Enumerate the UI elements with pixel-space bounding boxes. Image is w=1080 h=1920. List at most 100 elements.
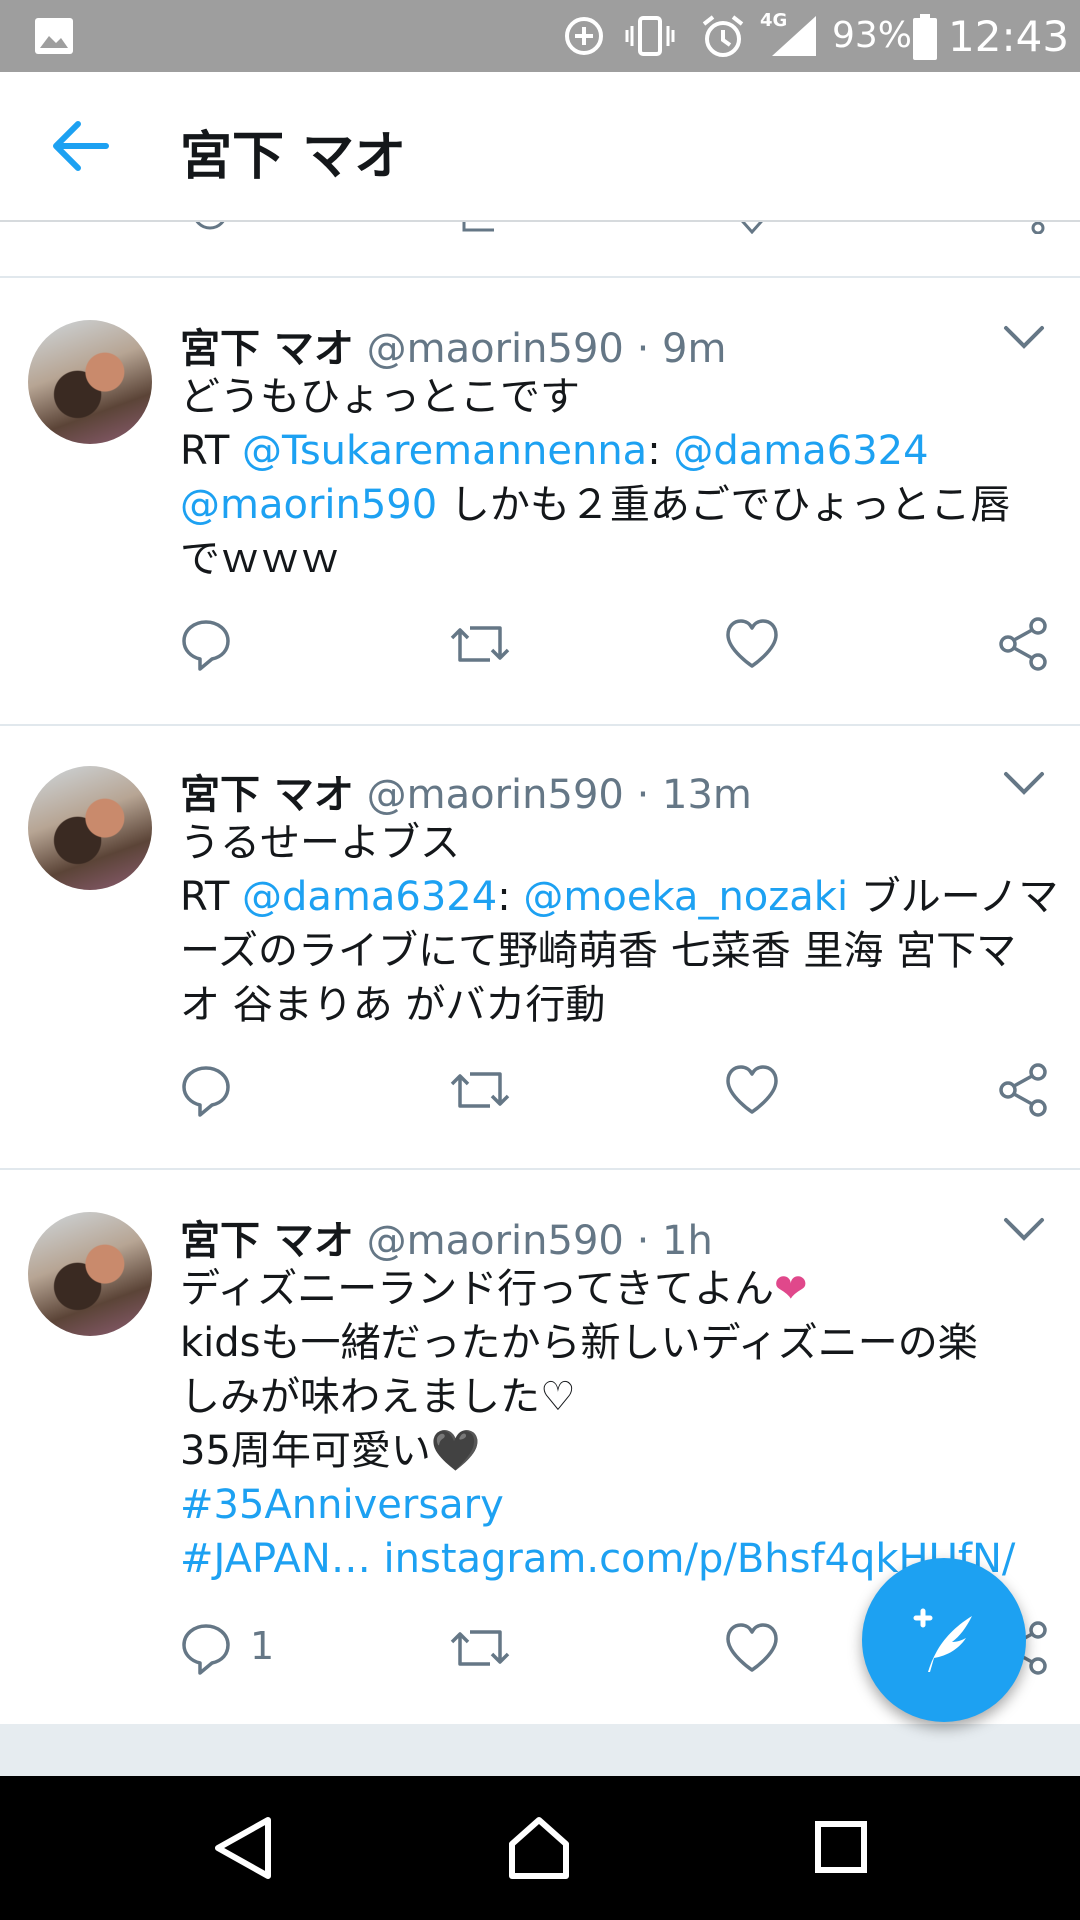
heart-icon[interactable] (732, 220, 772, 234)
app-bar: 宮下 マオ (0, 72, 1080, 222)
separator-dot: · (636, 1218, 650, 1264)
tweet-text-segment: RT (180, 874, 243, 920)
vibrate-icon (625, 16, 675, 56)
tweet-text-line: ーズのライブにて野崎萌香 七菜香 里海 宮下マ (180, 924, 1040, 978)
heart-icon[interactable] (724, 616, 780, 672)
tweet-text-line: どうもひょっとこです (180, 370, 1040, 424)
tweet-text-segment: オ 谷まりあ がバカ行動 (180, 982, 606, 1028)
tweet-link[interactable]: @dama6324 (673, 428, 928, 474)
partial-tweet-actions (0, 220, 1080, 278)
tweet-text: うるせーよブス RT @dama6324: @moeka_nozaki ブルーノマ… (180, 816, 1058, 1032)
tweet-text-segment: 35周年可愛い (180, 1428, 431, 1474)
tweet-header: 宮下 マオ @maorin590 · 13m (180, 762, 752, 820)
chevron-down-icon[interactable] (1002, 1214, 1046, 1244)
tweet-actions (180, 1062, 1060, 1122)
avatar[interactable] (28, 1212, 152, 1336)
status-bar: 4G 93% 12:43 (0, 0, 1080, 72)
tweet-link[interactable]: @dama6324 (242, 874, 497, 920)
tweet[interactable]: 宮下 マオ @maorin590 · 9m どうもひょっとこです RT @Tsuk… (0, 278, 1080, 726)
tweet-header: 宮下 マオ @maorin590 · 9m (180, 316, 726, 374)
tweet-link[interactable]: @Tsukaremannenna (242, 428, 647, 474)
tweet-text-line: しみが味わえました♡ (180, 1370, 1040, 1424)
timestamp: 1h (662, 1218, 713, 1264)
timestamp: 9m (662, 326, 727, 372)
reply-icon[interactable] (180, 616, 232, 672)
tweet-text-line: うるせーよブス (180, 816, 1040, 870)
tweet-text-segment: : (647, 428, 674, 474)
tweet-text-segment: ーズのライブにて野崎萌香 七菜香 里海 宮下マ (180, 928, 1017, 974)
tweet[interactable]: 宮下 マオ @maorin590 · 13m うるせーよブス RT @dama63… (0, 726, 1080, 1170)
tweet-text: どうもひょっとこです RT @Tsukaremannenna: @dama6324… (180, 370, 1040, 586)
tweet-link[interactable]: #35Anniversary (180, 1482, 504, 1528)
user-handle[interactable]: @maorin590 (367, 326, 624, 372)
compose-quill-icon (913, 1608, 972, 1672)
tweet-text-segment: しかも２重あごでひょっとこ唇 (437, 482, 1011, 528)
tweet-text-line: でｗｗｗ (180, 532, 1040, 586)
battery-percent: 93% (832, 15, 913, 56)
display-name[interactable]: 宮下 マオ (180, 326, 354, 372)
tweet-text-segment: ブルーノマ (848, 874, 1059, 920)
reply-icon[interactable] (180, 1062, 232, 1118)
tweet-text-segment: しみが味わえました♡ (180, 1374, 576, 1420)
tweet-text-line: kidsも一緒だったから新しいディズニーの楽 (180, 1316, 1040, 1370)
tweet-text: ディズニーランド行ってきてよん❤ kidsも一緒だったから新しいディズニーの楽 しみ… (180, 1262, 1040, 1602)
share-icon[interactable] (998, 1062, 1050, 1118)
compose-tweet-button[interactable] (862, 1558, 1026, 1722)
tweet-actions (180, 616, 1060, 676)
data-saver-icon (565, 17, 603, 55)
back-triangle-icon[interactable] (212, 1814, 274, 1882)
tweet-text-segment: 🖤 (430, 1428, 481, 1474)
tweet-header: 宮下 マオ @maorin590 · 1h (180, 1208, 713, 1266)
tweet-text-line: RT @dama6324: @moeka_nozaki ブルーノマ (180, 870, 1058, 924)
tweet-link[interactable]: @maorin590 (180, 482, 437, 528)
system-nav-bar (0, 1776, 1080, 1920)
tweet-text-segment: どうもひょっとこです (180, 374, 580, 420)
tweet-text-line: オ 谷まりあ がバカ行動 (180, 978, 1040, 1032)
share-icon[interactable] (1008, 220, 1048, 234)
separator-dot: · (636, 772, 650, 818)
timeline[interactable]: 宮下 マオ @maorin590 · 9m どうもひょっとこです RT @Tsuk… (0, 220, 1080, 1776)
battery-icon (913, 14, 937, 60)
retweet-icon[interactable] (448, 616, 512, 672)
retweet-icon[interactable] (448, 1620, 512, 1676)
chevron-down-icon[interactable] (1002, 322, 1046, 352)
avatar[interactable] (28, 766, 152, 890)
arrow-left-icon[interactable] (48, 120, 110, 172)
tweet-text-line: @maorin590 しかも２重あごでひょっとこ唇 (180, 478, 1040, 532)
tweet-link[interactable]: @moeka_nozaki (523, 874, 848, 920)
tweet-text-segment: でｗｗｗ (180, 536, 340, 582)
home-icon[interactable] (506, 1814, 572, 1882)
display-name[interactable]: 宮下 マオ (180, 1218, 354, 1264)
tweet-text-segment: : (497, 874, 524, 920)
clock: 12:43 (948, 12, 1070, 61)
alarm-icon (702, 15, 744, 57)
tweet-text-line: #35Anniversary (180, 1478, 1040, 1532)
page-title: 宮下 マオ (180, 127, 407, 187)
tweet-text-segment: ディズニーランド行ってきてよん (180, 1266, 774, 1312)
section-separator (0, 1724, 1080, 1776)
retweet-icon[interactable] (448, 1062, 512, 1118)
recents-icon[interactable] (814, 1814, 868, 1882)
heart-icon[interactable] (724, 1620, 780, 1676)
tweet-text-line: RT @Tsukaremannenna: @dama6324 (180, 424, 1040, 478)
timestamp: 13m (662, 772, 752, 818)
tweet-text-segment: RT (180, 428, 243, 474)
tweet-text-segment: kidsも一緒だったから新しいディズニーの楽 (180, 1320, 978, 1366)
tweet-text-line: 35周年可愛い🖤 (180, 1424, 1040, 1478)
tweet-text-line: ディズニーランド行ってきてよん❤ (180, 1262, 1040, 1316)
signal-icon (772, 16, 816, 56)
reply-icon[interactable] (190, 220, 230, 234)
tweet-text-segment: うるせーよブス (180, 820, 460, 866)
display-name[interactable]: 宮下 マオ (180, 772, 354, 818)
reply-icon[interactable] (180, 1620, 232, 1676)
chevron-down-icon[interactable] (1002, 768, 1046, 798)
gallery-icon (35, 18, 73, 54)
retweet-icon[interactable] (460, 220, 500, 234)
heart-icon[interactable] (724, 1062, 780, 1118)
avatar[interactable] (28, 320, 152, 444)
user-handle[interactable]: @maorin590 (367, 772, 624, 818)
share-icon[interactable] (998, 616, 1050, 672)
separator-dot: · (636, 326, 650, 372)
user-handle[interactable]: @maorin590 (367, 1218, 624, 1264)
tweet-link[interactable]: #JAPAN… instagram.com/p/Bhsf4qkHUfN/ (180, 1536, 1015, 1582)
